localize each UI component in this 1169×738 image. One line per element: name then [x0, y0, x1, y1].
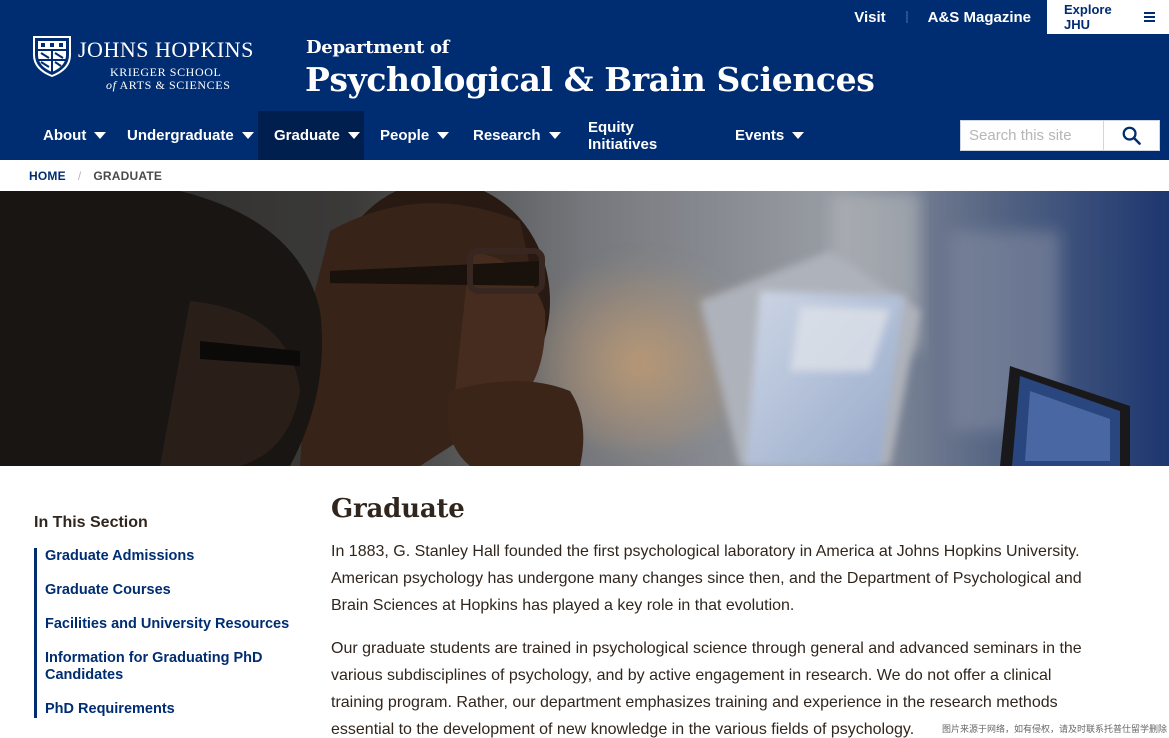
nav-item-equity-initiatives[interactable]: Equity Initiatives [572, 111, 719, 160]
nav-item-label: Graduate [274, 127, 340, 144]
nav-item-events[interactable]: Events [719, 111, 809, 160]
sidebar-item-facilities-resources[interactable]: Facilities and University Resources [45, 616, 299, 633]
sidebar-list: Graduate Admissions Graduate Courses Fac… [34, 548, 299, 718]
nav-item-people[interactable]: People [364, 111, 457, 160]
nav-item-research[interactable]: Research [457, 111, 572, 160]
caret-down-icon [548, 132, 561, 139]
nav-item-label: Undergraduate [127, 127, 234, 144]
section-sidebar: In This Section Graduate Admissions Grad… [34, 514, 299, 735]
sidebar-title: In This Section [34, 514, 148, 531]
sidebar-item-graduating-phd-info[interactable]: Information for Graduating PhD Candidate… [45, 650, 299, 684]
nav-item-label: People [380, 127, 430, 144]
sidebar-item-graduate-courses[interactable]: Graduate Courses [45, 582, 299, 599]
utility-nav: Visit A&S Magazine Explore JHU [843, 0, 1169, 34]
main-nav: About Undergraduate Graduate People Rese… [27, 111, 809, 160]
visit-link[interactable]: Visit [843, 0, 896, 34]
site-header: Visit A&S Magazine Explore JHU JOHNS HOP… [0, 0, 1169, 160]
nav-item-graduate[interactable]: Graduate [258, 111, 364, 160]
breadcrumb-home-link[interactable]: HOME [29, 169, 66, 183]
school-name-arts: ARTS & SCIENCES [119, 78, 231, 92]
caret-down-icon [437, 132, 450, 139]
breadcrumb: HOME / GRADUATE [0, 160, 1169, 191]
explore-jhu-label: Explore JHU [1064, 2, 1112, 32]
caret-down-icon [94, 132, 107, 139]
department-prefix: Department of [306, 37, 450, 58]
page-title: Graduate [331, 494, 465, 524]
nav-item-undergraduate[interactable]: Undergraduate [111, 111, 258, 160]
search-icon [1122, 126, 1141, 145]
nav-item-label: Research [473, 127, 541, 144]
hamburger-icon [1144, 10, 1155, 24]
sidebar-item-phd-requirements[interactable]: PhD Requirements [45, 701, 299, 718]
caret-down-icon [241, 132, 254, 139]
caret-down-icon [347, 132, 360, 139]
nav-item-label: Equity Initiatives [588, 118, 658, 153]
university-wordmark: JOHNS HOPKINS [78, 37, 254, 62]
intro-paragraph: In 1883, G. Stanley Hall founded the fir… [331, 543, 1082, 614]
school-name-line2: of ARTS & SCIENCES [106, 78, 230, 93]
breadcrumb-current: GRADUATE [93, 168, 163, 183]
school-name-of: of [106, 78, 117, 92]
nav-item-label: About [43, 127, 87, 144]
jhu-logo[interactable]: JOHNS HOPKINS KRIEGER SCHOOL of ARTS & S… [32, 33, 262, 95]
nav-item-label: Events [735, 127, 785, 144]
nav-item-about[interactable]: About [27, 111, 111, 160]
breadcrumb-separator: / [77, 168, 82, 183]
utility-divider [905, 11, 908, 23]
students-with-laptops-photo [0, 191, 1169, 466]
department-title[interactable]: Psychological & Brain Sciences [305, 60, 875, 99]
search-input[interactable] [960, 120, 1103, 151]
caret-down-icon [792, 132, 805, 139]
image-watermark: 图片来源于网络，如有侵权，请及时联系托普仕留学删除 [941, 722, 1167, 735]
main-content: Graduate In 1883, G. Stanley Hall founde… [331, 494, 1096, 738]
sidebar-item-graduate-admissions[interactable]: Graduate Admissions [45, 548, 299, 565]
site-search [960, 120, 1160, 151]
explore-jhu-button[interactable]: Explore JHU [1047, 0, 1169, 34]
university-shield-icon [33, 36, 71, 77]
search-button[interactable] [1103, 120, 1160, 151]
magazine-link[interactable]: A&S Magazine [917, 0, 1047, 34]
hero-image [0, 191, 1169, 466]
